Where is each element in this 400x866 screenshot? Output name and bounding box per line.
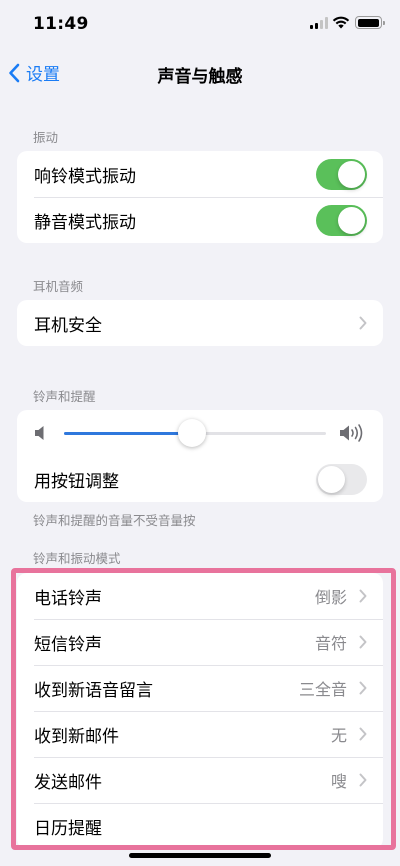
row-value: 音符 bbox=[314, 634, 347, 653]
volume-slider[interactable] bbox=[64, 419, 326, 447]
chevron-right-icon bbox=[359, 727, 367, 741]
chevron-right-icon bbox=[359, 635, 367, 649]
section-header-patterns: 铃声和振动模式 bbox=[33, 551, 121, 566]
section-header-vibration: 振动 bbox=[33, 130, 59, 145]
wifi-icon bbox=[332, 16, 350, 29]
ring-vibration-toggle[interactable] bbox=[316, 158, 367, 190]
row-label: 发送邮件 bbox=[34, 772, 102, 793]
row-label: 用按钮调整 bbox=[34, 471, 119, 492]
chevron-right-icon bbox=[359, 589, 367, 603]
patterns-group: 电话铃声 倒影 短信铃声 音符 收到新语音留言 三全音 收到新邮件 无 发送邮件… bbox=[17, 573, 383, 849]
section-header-headphone: 耳机音频 bbox=[33, 279, 84, 294]
chevron-right-icon bbox=[359, 773, 367, 787]
status-time: 11:49 bbox=[33, 14, 89, 34]
volume-slider-knob[interactable] bbox=[178, 419, 207, 447]
row-headphone-safety[interactable]: 耳机安全 bbox=[17, 300, 383, 346]
speaker-high-icon bbox=[340, 424, 363, 442]
row-label: 耳机安全 bbox=[34, 315, 102, 336]
home-indicator[interactable] bbox=[129, 853, 271, 858]
row-label: 静音模式振动 bbox=[34, 212, 136, 233]
battery-icon bbox=[355, 16, 385, 29]
row-adjust-with-buttons: 用按钮调整 bbox=[17, 456, 383, 502]
headphone-group: 耳机安全 bbox=[17, 300, 383, 346]
ringer-footer-note: 铃声和提醒的音量不受音量按 bbox=[33, 513, 196, 528]
row-new-voicemail[interactable]: 收到新语音留言 三全音 bbox=[17, 665, 383, 711]
row-label: 响铃模式振动 bbox=[34, 166, 136, 187]
row-label: 收到新邮件 bbox=[34, 726, 119, 747]
cellular-signal-icon bbox=[310, 17, 328, 29]
row-ring-vibration: 响铃模式振动 bbox=[17, 151, 383, 197]
chevron-right-icon bbox=[359, 681, 367, 695]
volume-slider-row bbox=[17, 410, 383, 456]
page-title: 声音与触感 bbox=[157, 67, 243, 87]
row-label: 电话铃声 bbox=[34, 588, 102, 609]
row-text-tone[interactable]: 短信铃声 音符 bbox=[17, 619, 383, 665]
row-value: 三全音 bbox=[298, 680, 347, 699]
status-bar: 11:49 bbox=[0, 0, 400, 48]
row-calendar-alerts[interactable]: 日历提醒 bbox=[17, 803, 383, 849]
row-value: 无 bbox=[330, 726, 347, 745]
row-silent-vibration: 静音模式振动 bbox=[17, 197, 383, 243]
row-sent-mail[interactable]: 发送邮件 嗖 bbox=[17, 757, 383, 803]
silent-vibration-toggle[interactable] bbox=[316, 204, 367, 236]
navigation-bar: 设置 声音与触感 bbox=[0, 48, 400, 94]
row-label: 日历提醒 bbox=[34, 818, 102, 839]
row-ringtone[interactable]: 电话铃声 倒影 bbox=[17, 573, 383, 619]
row-new-mail[interactable]: 收到新邮件 无 bbox=[17, 711, 383, 757]
row-label: 短信铃声 bbox=[34, 634, 102, 655]
adjust-with-buttons-toggle[interactable] bbox=[316, 463, 367, 495]
row-label: 收到新语音留言 bbox=[34, 680, 153, 701]
row-value: 倒影 bbox=[314, 588, 347, 607]
row-value: 嗖 bbox=[330, 772, 347, 791]
ringer-group: 用按钮调整 bbox=[17, 410, 383, 502]
chevron-right-icon bbox=[359, 316, 367, 330]
vibration-group: 响铃模式振动 静音模式振动 bbox=[17, 151, 383, 243]
section-header-ringer: 铃声和提醒 bbox=[33, 389, 96, 404]
speaker-low-icon bbox=[35, 426, 44, 440]
